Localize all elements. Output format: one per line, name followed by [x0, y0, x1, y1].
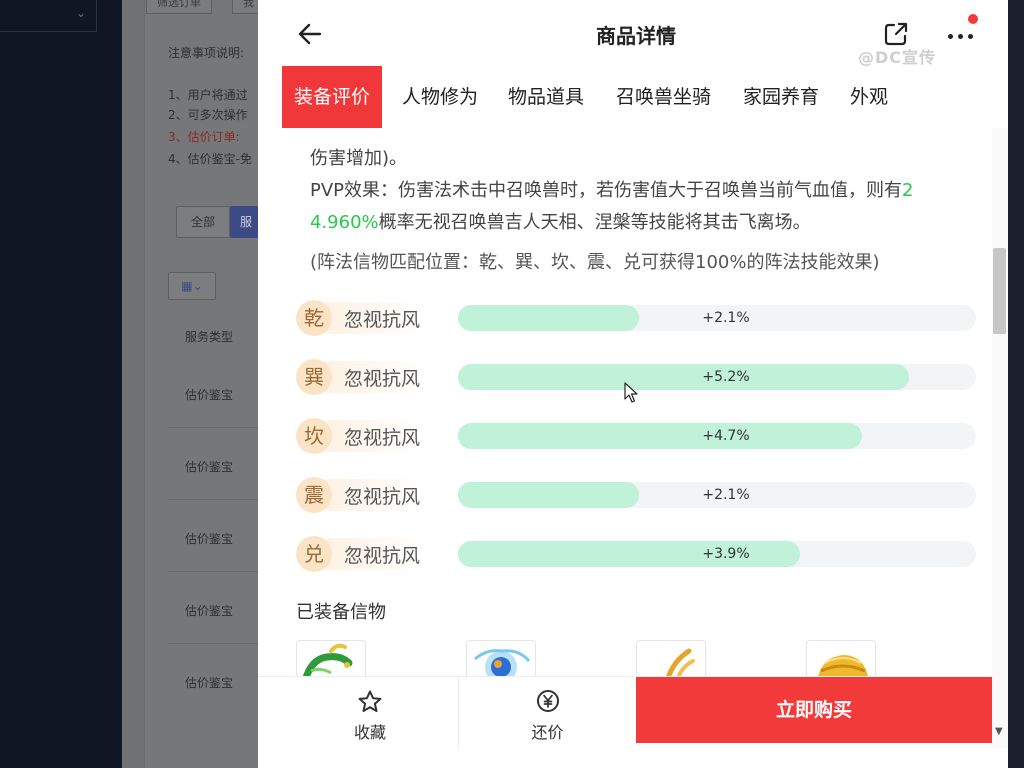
attribute-label: 忽视抗风 [344, 486, 421, 508]
scroll-down-arrow-icon[interactable]: ▼ [995, 726, 1003, 737]
equipped-item-thumbnail[interactable] [636, 640, 706, 680]
position-badge: 坎 [296, 418, 332, 454]
attribute-bar: +3.9% [458, 541, 976, 567]
mouse-cursor-icon [624, 382, 638, 403]
background-table-cell: 估价鉴宝 [185, 532, 234, 546]
left-navigation-panel: ⌄ [0, 0, 122, 768]
background-table-cell: 估价鉴宝 [185, 676, 234, 690]
effect-text: 概率无视召唤兽吉人天相、涅槃等技能将其击飞离场。 [378, 212, 811, 233]
attribute-value: +2.1% [702, 310, 750, 326]
attribute-label: 忽视抗风 [344, 309, 421, 331]
position-badge: 震 [296, 477, 332, 513]
attribute-value: +4.7% [702, 428, 750, 444]
position-badge: 兑 [296, 536, 332, 572]
attribute-bar: +5.2% [458, 364, 976, 390]
formation-note: (阵法信物匹配位置：乾、巽、坎、震、兑可获得100%的阵法技能效果) [310, 252, 880, 273]
background-notice-item: 2、可多次操作 [168, 108, 248, 122]
tab-appearance[interactable]: 外观 [838, 66, 900, 128]
notification-dot [968, 14, 978, 24]
equipped-item-thumbnail[interactable] [296, 640, 366, 680]
bargain-label: 还价 [531, 723, 564, 742]
favorite-button[interactable]: 收藏 [298, 677, 442, 749]
golden-claw-item-icon [664, 648, 695, 680]
attribute-label: 忽视抗风 [344, 545, 421, 567]
probability-value: 2 [902, 180, 914, 201]
scrollbar-thumb[interactable] [993, 248, 1006, 334]
tab-items-props[interactable]: 物品道具 [496, 66, 596, 128]
green-dragon-item-icon [301, 643, 353, 680]
equipped-item-thumbnail[interactable] [466, 640, 536, 680]
category-tabs: 装备评价 人物修为 物品道具 召唤兽坐骑 家园养育 外观 [282, 66, 1008, 128]
background-notice-item: 4、估价鉴宝-免 [168, 152, 252, 166]
attribute-row: 乾 忽视抗风 +2.1% [296, 296, 976, 340]
attribute-label: 忽视抗风 [344, 427, 421, 449]
background-filter-all: 全部 [176, 206, 230, 238]
background-notice-item: 3、估价订单: [168, 130, 240, 144]
attribute-bar: +4.7% [458, 423, 976, 449]
background-table-header: 服务类型 [185, 330, 234, 344]
background-notice-item: 1、用户将通过 [168, 88, 248, 102]
attribute-label: 忽视抗风 [344, 368, 421, 390]
effect-description-line: 伤害增加)。 [310, 148, 408, 169]
attribute-bar: +2.1% [458, 305, 976, 331]
attribute-row: 兑 忽视抗风 +3.9% [296, 532, 976, 576]
blue-orb-item-icon [474, 649, 531, 680]
star-icon [358, 690, 382, 712]
bottom-action-bar: 收藏 还价 立即购买 [258, 676, 992, 749]
dot [948, 34, 953, 39]
background-table-cell: 估价鉴宝 [185, 604, 234, 618]
dot [958, 34, 963, 39]
attribute-value: +2.1% [702, 487, 750, 503]
probability-value: 4.960% [310, 212, 379, 233]
background-table-cell: 估价鉴宝 [185, 388, 234, 402]
equipped-item-thumbnail[interactable] [806, 640, 876, 680]
attribute-value: +5.2% [702, 369, 750, 385]
attribute-row: 震 忽视抗风 +2.1% [296, 473, 976, 517]
attribute-row: 坎 忽视抗风 +4.7% [296, 414, 976, 458]
effect-description-line: PVP效果：伤害法术击中召唤兽时，若伤害值大于召唤兽当前气血值，则有2 [310, 176, 913, 202]
tab-homestead[interactable]: 家园养育 [731, 66, 831, 128]
tab-equipment-rating[interactable]: 装备评价 [282, 66, 383, 128]
equipped-items-title: 已装备信物 [296, 602, 386, 623]
modal-header: 商品详情 @DC宣传 [258, 0, 1008, 67]
golden-helmet-item-icon [817, 655, 869, 680]
grid-view-icon: ▦⌄ [168, 272, 216, 300]
attribute-bar: +2.1% [458, 482, 976, 508]
yuan-coin-icon [536, 690, 559, 712]
nav-dropdown[interactable]: ⌄ [0, 0, 97, 32]
attribute-value: +3.9% [702, 546, 750, 562]
buy-now-button[interactable]: 立即购买 [636, 677, 992, 743]
tab-summon-mounts[interactable]: 召唤兽坐骑 [604, 66, 723, 128]
position-badge: 巽 [296, 359, 332, 395]
position-badge: 乾 [296, 300, 332, 336]
favorite-label: 收藏 [353, 723, 386, 742]
vertical-scrollbar[interactable]: ▼ [992, 128, 1008, 748]
dot [968, 34, 973, 39]
tab-character-cultivation[interactable]: 人物修为 [390, 66, 490, 128]
effect-description-line: 4.960%概率无视召唤兽吉人天相、涅槃等技能将其击飞离场。 [310, 208, 811, 234]
effect-text: PVP效果：伤害法术击中召唤兽时，若伤害值大于召唤兽当前气血值，则有 [310, 180, 903, 201]
background-notice-title: 注意事项说明: [168, 46, 245, 60]
background-tab-orders: 筛选订单 [146, 0, 212, 14]
chevron-down-icon: ⌄ [75, 6, 86, 20]
bargain-button[interactable]: 还价 [458, 677, 636, 749]
background-table-cell: 估价鉴宝 [185, 460, 234, 474]
